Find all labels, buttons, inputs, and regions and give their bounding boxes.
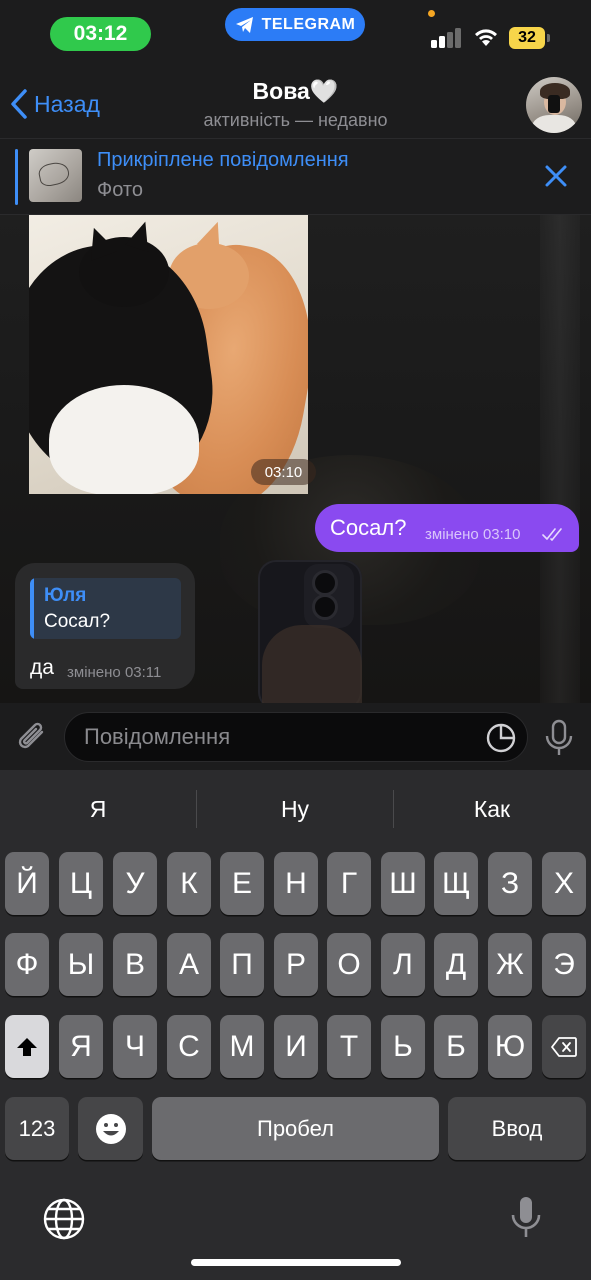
status-bar: 03:12 TELEGRAM 32 <box>0 0 591 70</box>
active-app-label: TELEGRAM <box>261 15 356 33</box>
suggestion-1[interactable]: Я <box>0 770 196 848</box>
key[interactable]: Н <box>274 852 318 915</box>
wifi-icon <box>475 29 497 46</box>
message-input[interactable] <box>84 713 474 761</box>
battery-icon: 32 <box>509 27 551 49</box>
key[interactable]: Щ <box>434 852 478 915</box>
outgoing-message[interactable]: Сосал? змінено 03:10 <box>315 504 579 552</box>
key[interactable]: Б <box>434 1015 478 1078</box>
double-check-icon <box>542 528 562 541</box>
key[interactable]: С <box>167 1015 211 1078</box>
reply-quote[interactable]: Юля Сосал? <box>30 578 181 639</box>
key[interactable]: Ж <box>488 933 532 996</box>
reply-text: Сосал? <box>44 611 111 632</box>
pinned-title: Прикріплене повідомлення <box>97 149 349 171</box>
outgoing-message-text: Сосал? <box>330 515 407 540</box>
pinned-subtitle: Фото <box>97 179 143 201</box>
key[interactable]: Ь <box>381 1015 425 1078</box>
incoming-message[interactable]: Юля Сосал? да змінено 03:11 <box>15 563 195 689</box>
battery-level: 32 <box>509 27 545 49</box>
key[interactable]: А <box>167 933 211 996</box>
home-indicator[interactable] <box>191 1259 401 1266</box>
shift-key[interactable] <box>5 1015 49 1078</box>
key[interactable]: Ч <box>113 1015 157 1078</box>
key[interactable]: М <box>220 1015 264 1078</box>
key[interactable]: Ю <box>488 1015 532 1078</box>
background-hand <box>262 625 362 703</box>
message-field[interactable] <box>64 712 528 762</box>
microphone-icon[interactable] <box>543 718 575 758</box>
chat-title[interactable]: Вова🤍 <box>0 78 591 105</box>
paperclip-icon[interactable] <box>14 718 50 758</box>
reply-accent-line <box>30 578 34 639</box>
privacy-indicator-dot <box>428 10 435 17</box>
key[interactable]: Я <box>59 1015 103 1078</box>
reply-author: Юля <box>44 585 87 606</box>
chat-subtitle: активність — недавно <box>203 110 388 130</box>
backspace-key[interactable] <box>542 1015 586 1078</box>
close-icon[interactable] <box>542 162 570 190</box>
key[interactable]: У <box>113 852 157 915</box>
key[interactable]: Т <box>327 1015 371 1078</box>
photo-message[interactable] <box>29 215 308 494</box>
globe-icon[interactable] <box>42 1197 86 1241</box>
key[interactable]: З <box>488 852 532 915</box>
return-key[interactable]: Ввод <box>448 1097 586 1160</box>
chat-header: Назад Вова🤍 активність — недавно <box>0 70 591 138</box>
pinned-thumbnail <box>29 149 82 202</box>
key[interactable]: Г <box>327 852 371 915</box>
suggestion-2[interactable]: Ну <box>197 770 393 848</box>
key[interactable]: О <box>327 933 371 996</box>
key[interactable]: К <box>167 852 211 915</box>
emoji-key[interactable] <box>78 1097 143 1160</box>
avatar[interactable] <box>526 77 582 133</box>
incoming-message-meta: змінено 03:11 <box>67 664 162 681</box>
key[interactable]: Й <box>5 852 49 915</box>
composer-bar <box>0 703 591 770</box>
suggestion-bar: Я Ну Как <box>0 770 591 848</box>
key[interactable]: Ы <box>59 933 103 996</box>
key[interactable]: И <box>274 1015 318 1078</box>
key[interactable]: Ш <box>381 852 425 915</box>
telegram-icon <box>235 16 253 33</box>
outgoing-message-meta: змінено 03:10 <box>425 526 521 543</box>
key[interactable]: Л <box>381 933 425 996</box>
sticker-icon[interactable] <box>485 722 517 754</box>
cellular-signal-icon <box>431 28 463 48</box>
backspace-icon <box>551 1036 577 1057</box>
key[interactable]: Д <box>434 933 478 996</box>
photo-timestamp: 03:10 <box>251 459 316 485</box>
dictation-icon[interactable] <box>509 1195 543 1241</box>
pinned-message-bar[interactable]: Прикріплене повідомлення Фото <box>0 138 591 215</box>
key[interactable]: Х <box>542 852 586 915</box>
space-key[interactable]: Пробел <box>152 1097 439 1160</box>
key[interactable]: П <box>220 933 264 996</box>
numbers-key[interactable]: 123 <box>5 1097 69 1160</box>
suggestion-3[interactable]: Как <box>394 770 590 848</box>
keyboard: Я Ну Как Й Ц У К Е Н Г Ш Щ З Х Ф Ы В А П… <box>0 770 591 1280</box>
shift-icon <box>17 1037 37 1056</box>
key[interactable]: Е <box>220 852 264 915</box>
key[interactable]: Э <box>542 933 586 996</box>
active-app-pill[interactable]: TELEGRAM <box>225 8 365 41</box>
key[interactable]: Ф <box>5 933 49 996</box>
key[interactable]: Р <box>274 933 318 996</box>
status-time: 03:12 <box>50 17 151 51</box>
key[interactable]: В <box>113 933 157 996</box>
pinned-accent-line <box>15 149 18 205</box>
background-curtain <box>540 215 580 703</box>
emoji-icon <box>95 1113 126 1144</box>
incoming-message-text: да <box>30 656 54 679</box>
key[interactable]: Ц <box>59 852 103 915</box>
